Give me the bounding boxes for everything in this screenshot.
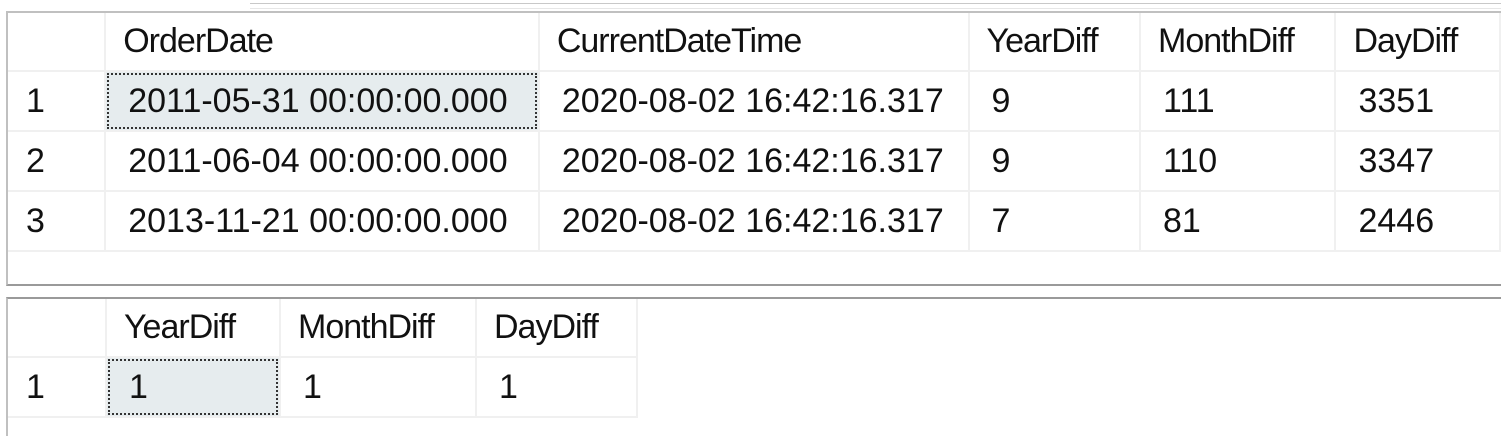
table-row[interactable]: 1 1 1 1 bbox=[8, 357, 638, 418]
row-number[interactable]: 2 bbox=[8, 131, 107, 192]
result-table-2: YearDiff MonthDiff DayDiff 1 1 1 1 bbox=[8, 299, 638, 418]
cell-currentdatetime[interactable]: 2020-08-02 16:42:16.317 bbox=[538, 131, 970, 192]
row-number-header[interactable] bbox=[8, 299, 107, 358]
row-number[interactable]: 1 bbox=[8, 357, 107, 418]
header-row: OrderDate CurrentDateTime YearDiff Month… bbox=[8, 13, 1501, 72]
column-header-currentdatetime[interactable]: CurrentDateTime bbox=[538, 13, 970, 72]
column-header-monthdiff[interactable]: MonthDiff bbox=[1140, 13, 1337, 72]
cell-monthdiff[interactable]: 1 bbox=[280, 357, 477, 418]
column-header-orderdate[interactable]: OrderDate bbox=[105, 13, 540, 72]
column-header-yeardiff[interactable]: YearDiff bbox=[106, 299, 281, 358]
result-grid-1[interactable]: OrderDate CurrentDateTime YearDiff Month… bbox=[6, 11, 1501, 286]
cell-orderdate[interactable]: 2011-06-04 00:00:00.000 bbox=[105, 131, 540, 192]
table-row[interactable]: 1 2011-05-31 00:00:00.000 2020-08-02 16:… bbox=[8, 71, 1501, 132]
result-table-1: OrderDate CurrentDateTime YearDiff Month… bbox=[8, 13, 1501, 252]
cell-monthdiff[interactable]: 81 bbox=[1140, 191, 1337, 252]
row-number[interactable]: 3 bbox=[8, 191, 107, 252]
cell-yeardiff[interactable]: 9 bbox=[968, 131, 1142, 192]
cell-yeardiff[interactable]: 1 bbox=[106, 357, 281, 418]
table-row[interactable]: 3 2013-11-21 00:00:00.000 2020-08-02 16:… bbox=[8, 191, 1501, 252]
column-header-yeardiff[interactable]: YearDiff bbox=[968, 13, 1142, 72]
cell-monthdiff[interactable]: 110 bbox=[1140, 131, 1337, 192]
cell-daydiff[interactable]: 1 bbox=[476, 357, 638, 418]
cell-orderdate[interactable]: 2011-05-31 00:00:00.000 bbox=[105, 71, 540, 132]
row-number-header[interactable] bbox=[8, 13, 107, 72]
cell-orderdate[interactable]: 2013-11-21 00:00:00.000 bbox=[105, 191, 540, 252]
header-row: YearDiff MonthDiff DayDiff bbox=[8, 299, 638, 358]
cell-currentdatetime[interactable]: 2020-08-02 16:42:16.317 bbox=[538, 191, 970, 252]
cell-daydiff[interactable]: 3347 bbox=[1335, 131, 1501, 192]
cell-yeardiff[interactable]: 7 bbox=[968, 191, 1142, 252]
cell-currentdatetime[interactable]: 2020-08-02 16:42:16.317 bbox=[538, 71, 970, 132]
result-grid-2[interactable]: YearDiff MonthDiff DayDiff 1 1 1 1 bbox=[6, 297, 1501, 436]
cell-daydiff[interactable]: 2446 bbox=[1335, 191, 1501, 252]
column-header-daydiff[interactable]: DayDiff bbox=[1335, 13, 1501, 72]
table-row[interactable]: 2 2011-06-04 00:00:00.000 2020-08-02 16:… bbox=[8, 131, 1501, 192]
cell-daydiff[interactable]: 3351 bbox=[1335, 71, 1501, 132]
cell-yeardiff[interactable]: 9 bbox=[968, 71, 1142, 132]
toolbar-edge bbox=[250, 3, 1501, 9]
cell-monthdiff[interactable]: 111 bbox=[1140, 71, 1337, 132]
column-header-monthdiff[interactable]: MonthDiff bbox=[280, 299, 477, 358]
row-number[interactable]: 1 bbox=[8, 71, 107, 132]
column-header-daydiff[interactable]: DayDiff bbox=[476, 299, 638, 358]
results-pane: OrderDate CurrentDateTime YearDiff Month… bbox=[0, 0, 1501, 436]
